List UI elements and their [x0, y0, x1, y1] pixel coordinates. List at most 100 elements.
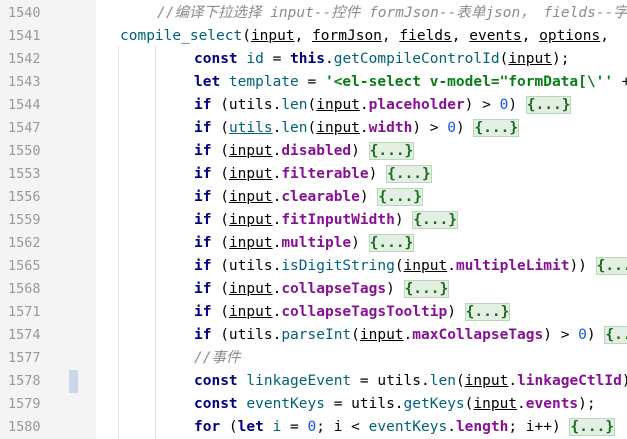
code-token: ) >: [464, 97, 500, 113]
folded-block-button[interactable]: {...}: [368, 234, 415, 252]
code-text[interactable]: if (input.disabled) {...}: [194, 140, 415, 163]
code-token: linkageCtlId: [517, 373, 622, 389]
code-token: len: [281, 120, 308, 136]
code-text[interactable]: const linkageEvent = utils.len(input.lin…: [194, 370, 627, 393]
code-line[interactable]: 1543 let template = '<el-select v-model="…: [0, 71, 627, 94]
code-token: ): [351, 143, 369, 159]
code-token: ) ==: [622, 373, 627, 389]
code-token: input: [228, 143, 273, 159]
code-token: multiple: [281, 235, 352, 251]
code-line[interactable]: 1577 //事件: [0, 347, 627, 370]
code-line[interactable]: 1562 if (input.multiple) {...}: [0, 232, 627, 255]
code-token: );: [578, 396, 596, 412]
line-number: 1574: [8, 327, 41, 343]
code-token: (: [228, 419, 238, 435]
code-token: options: [539, 28, 601, 44]
code-text[interactable]: let template = '<el-select v-model="form…: [194, 71, 627, 94]
folded-block-button[interactable]: {...}: [386, 165, 432, 183]
line-number: 1540: [8, 5, 41, 21]
code-token: =: [263, 51, 291, 67]
code-line[interactable]: 1565 if (utils.isDigitString(input.multip…: [0, 255, 627, 278]
line-number: 1577: [8, 350, 41, 366]
code-line[interactable]: 1544 if (utils.len(input.placeholder) > 0…: [0, 94, 627, 117]
code-line[interactable]: 1553 if (input.filterable) {...}: [0, 163, 627, 186]
folded-block-button[interactable]: {...}: [377, 188, 424, 206]
code-editor[interactable]: 1540 //编译下拉选择 input--控件 formJson--表单json，…: [0, 0, 627, 439]
code-text[interactable]: if (utils.isDigitString(input.multipleLi…: [194, 255, 627, 278]
code-line[interactable]: 1580 for (let i = 0; i < eventKeys.length…: [0, 416, 627, 439]
code-text[interactable]: if (utils.len(input.width) > 0) {...}: [194, 117, 520, 140]
change-marker[interactable]: [69, 370, 78, 393]
code-text[interactable]: //编译下拉选择 input--控件 formJson--表单json， fie…: [157, 2, 627, 25]
code-token: input: [508, 51, 552, 67]
code-line[interactable]: 1550 if (input.disabled) {...}: [0, 140, 627, 163]
line-number: 1568: [8, 281, 41, 297]
code-token: ): [351, 235, 369, 251]
code-token: (utils.: [220, 258, 282, 274]
code-line[interactable]: 1568 if (input.collapseTags) {...}: [0, 278, 627, 301]
code-text[interactable]: if (input.fitInputWidth) {...}: [194, 209, 458, 232]
code-token: collapseTags: [281, 281, 387, 297]
code-text[interactable]: if (input.filterable) {...}: [194, 163, 432, 186]
code-text[interactable]: if (input.clearable) {...}: [194, 186, 424, 209]
code-token: len: [429, 373, 456, 389]
code-text[interactable]: const eventKeys = utils.getKeys(input.ev…: [194, 393, 596, 416]
code-token: (: [455, 373, 465, 389]
code-token: .: [359, 120, 369, 136]
code-token: .: [359, 97, 369, 113]
code-text[interactable]: for (let i = 0; i < eventKeys.length; i+…: [194, 416, 616, 439]
code-token: ): [386, 281, 404, 297]
code-token: fields: [399, 28, 452, 44]
folded-block-button[interactable]: {...}: [464, 303, 511, 321]
code-token: (utils.: [220, 97, 282, 113]
line-number: 1579: [8, 396, 41, 412]
code-text[interactable]: //事件: [194, 347, 240, 370]
folded-block-button[interactable]: {...}: [595, 257, 627, 275]
code-line[interactable]: 1574 if (utils.parseInt(input.maxCollapse…: [0, 324, 627, 347]
code-token: input: [228, 212, 273, 228]
code-line[interactable]: 1542 const id = this.getCompileControlId(…: [0, 48, 627, 71]
folded-block-button[interactable]: {...}: [412, 211, 458, 229]
code-token: ,: [521, 28, 540, 44]
code-line[interactable]: 1559 if (input.fitInputWidth) {...}: [0, 209, 627, 232]
code-token: linkageEvent: [246, 373, 352, 389]
code-line[interactable]: 1556 if (input.clearable) {...}: [0, 186, 627, 209]
code-line[interactable]: 1541 compile_select(input, formJson, fiel…: [0, 25, 627, 48]
code-text[interactable]: if (input.multiple) {...}: [194, 232, 415, 255]
code-token: input: [228, 235, 273, 251]
code-token: collapseTagsTooltip: [281, 304, 448, 320]
code-token: if: [194, 166, 221, 182]
code-token: .: [324, 51, 334, 67]
code-text[interactable]: if (input.collapseTagsTooltip) {...}: [194, 301, 511, 324]
folded-block-button[interactable]: {...}: [403, 280, 450, 298]
code-token: ): [586, 327, 605, 343]
code-line[interactable]: 1579 const eventKeys = utils.getKeys(inpu…: [0, 393, 627, 416]
code-text[interactable]: if (input.collapseTags) {...}: [194, 278, 450, 301]
code-token: clearable: [281, 189, 360, 205]
code-line[interactable]: 1571 if (input.collapseTagsTooltip) {...}: [0, 301, 627, 324]
code-token: (: [394, 258, 404, 274]
code-token: const: [194, 51, 247, 67]
code-line[interactable]: 1540 //编译下拉选择 input--控件 formJson--表单json，…: [0, 2, 627, 25]
code-token: maxCollapseTags: [412, 327, 544, 343]
code-token: input: [359, 327, 404, 343]
code-token: if: [194, 120, 221, 136]
code-line[interactable]: 1578 const linkageEvent = utils.len(input…: [0, 370, 627, 393]
code-token: ): [368, 166, 387, 182]
code-token: ; i++): [508, 419, 570, 435]
code-token: const: [194, 396, 247, 412]
code-token: );: [551, 51, 570, 67]
folded-block-button[interactable]: {...}: [569, 418, 616, 436]
code-text[interactable]: compile_select(input, formJson, fields, …: [120, 25, 609, 48]
folded-block-button[interactable]: {...}: [368, 142, 415, 160]
code-text[interactable]: if (utils.len(input.placeholder) > 0) {.…: [194, 94, 572, 117]
code-line[interactable]: 1547 if (utils.len(input.width) > 0) {...…: [0, 117, 627, 140]
code-token: input: [403, 258, 448, 274]
code-text[interactable]: const id = this.getCompileControlId(inpu…: [194, 48, 569, 71]
folded-block-button[interactable]: {...}: [473, 119, 520, 137]
code-text[interactable]: if (utils.parseInt(input.maxCollapseTags…: [194, 324, 627, 347]
folded-block-button[interactable]: {...}: [525, 96, 572, 114]
code-token: input: [464, 373, 509, 389]
folded-block-button[interactable]: {...}: [604, 326, 627, 344]
code-token: filterable: [281, 166, 369, 182]
